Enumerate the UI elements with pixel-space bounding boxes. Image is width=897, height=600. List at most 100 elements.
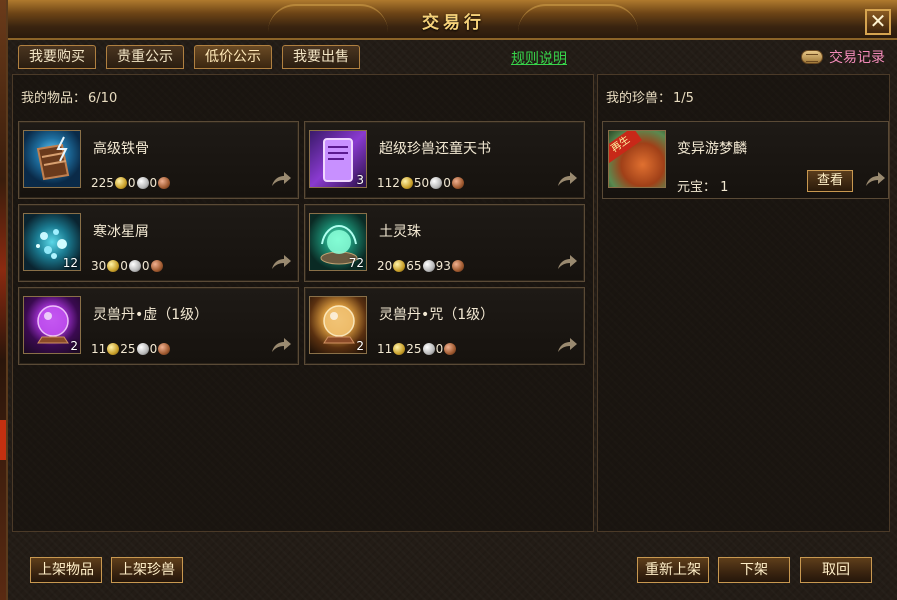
items-panel-label: 我的物品： — [21, 91, 87, 106]
price-copper: 0 — [443, 176, 451, 190]
copper-coin-icon — [150, 260, 163, 272]
item-name: 灵兽丹•咒（1级） — [379, 307, 495, 323]
price-gold: 11 — [377, 342, 393, 356]
items-panel-header: 我的物品： 6/10 — [21, 87, 117, 106]
beast-price-value: 1 — [720, 180, 729, 195]
price-silver: 0 — [120, 259, 128, 273]
price-copper: 0 — [149, 176, 158, 190]
item-card[interactable]: 12 寒冰星屑 30 0 0 — [18, 204, 299, 282]
trade-records-button[interactable]: 交易记录 — [799, 45, 885, 69]
items-count: 6/10 — [88, 91, 118, 106]
list-item-button[interactable]: 上架物品 — [30, 557, 102, 583]
item-price: 11 25 0 — [91, 342, 171, 356]
beast-price: 元宝： 1 — [677, 176, 728, 195]
item-card[interactable]: 2 灵兽丹•虚（1级） 11 25 0 — [18, 287, 299, 365]
iron-bone-icon[interactable] — [23, 130, 81, 188]
silver-coin-icon — [422, 260, 435, 272]
copper-coin-icon — [158, 177, 171, 189]
scroll-book-icon[interactable]: 3 — [309, 130, 367, 188]
tab-buy[interactable]: 我要购买 — [18, 45, 96, 69]
beast-card[interactable]: 再生 变异游梦麟 元宝： 1 查看 — [602, 121, 889, 199]
delist-button[interactable]: 下架 — [718, 557, 790, 583]
beasts-count: 1/5 — [673, 91, 694, 106]
list-beast-button[interactable]: 上架珍兽 — [111, 557, 183, 583]
silver-coin-icon — [422, 343, 435, 355]
relist-button[interactable]: 重新上架 — [637, 557, 709, 583]
tab-lowprice-notice[interactable]: 低价公示 — [194, 45, 272, 69]
item-quantity: 2 — [70, 339, 78, 353]
gold-coin-icon — [107, 260, 120, 272]
copper-coin-icon — [444, 343, 457, 355]
share-arrow-icon[interactable] — [556, 170, 578, 188]
price-copper: 0 — [141, 259, 150, 273]
retrieve-button[interactable]: 取回 — [800, 557, 872, 583]
share-arrow-icon[interactable] — [556, 253, 578, 271]
price-silver: 50 — [413, 176, 430, 190]
copper-coin-icon — [158, 343, 171, 355]
beast-ribbon: 再生 — [609, 131, 642, 164]
price-copper: 0 — [435, 342, 444, 356]
rules-link[interactable]: 规则说明 — [511, 48, 567, 68]
copper-coin-icon — [451, 260, 464, 272]
price-gold: 30 — [91, 259, 107, 273]
share-arrow-icon[interactable] — [270, 253, 292, 271]
amber-orb-icon[interactable]: 2 — [309, 296, 367, 354]
gold-coin-icon — [107, 343, 120, 355]
price-silver: 0 — [127, 176, 136, 190]
beasts-panel-header: 我的珍兽： 1/5 — [606, 87, 694, 106]
price-gold: 11 — [91, 342, 107, 356]
gold-coin-icon — [114, 177, 127, 189]
price-copper: 93 — [435, 259, 451, 273]
scroll-icon — [799, 46, 825, 68]
ice-crystal-icon[interactable]: 12 — [23, 213, 81, 271]
item-card[interactable]: 高级铁骨 225 0 0 — [18, 121, 299, 199]
trade-window: 交易行 ✕ 我要购买 贵重公示 低价公示 我要出售 规则说明 交易记录 我的物品… — [6, 0, 897, 600]
close-button[interactable]: ✕ — [865, 9, 891, 35]
item-price: 30 0 0 — [91, 259, 164, 273]
price-silver: 65 — [406, 259, 422, 273]
view-button[interactable]: 查看 — [807, 170, 853, 192]
title-bar[interactable]: 交易行 ✕ — [8, 0, 897, 40]
price-gold: 225 — [91, 176, 114, 190]
share-arrow-icon[interactable] — [270, 336, 292, 354]
item-name: 高级铁骨 — [93, 141, 149, 157]
share-arrow-icon[interactable] — [864, 170, 886, 188]
item-card[interactable]: 2 灵兽丹•咒（1级） 11 25 0 — [304, 287, 585, 365]
price-gold: 112 — [377, 176, 400, 190]
trade-records-label: 交易记录 — [829, 50, 885, 66]
item-quantity: 12 — [62, 256, 78, 270]
price-silver: 25 — [120, 342, 136, 356]
purple-orb-icon[interactable]: 2 — [23, 296, 81, 354]
item-price: 225 0 0 — [91, 176, 171, 190]
price-silver: 25 — [406, 342, 422, 356]
beasts-panel-label: 我的珍兽： — [606, 91, 672, 106]
beast-name: 变异游梦麟 — [677, 141, 747, 157]
tab-valuable-notice[interactable]: 贵重公示 — [106, 45, 184, 69]
gold-coin-icon — [400, 177, 413, 189]
tab-sell[interactable]: 我要出售 — [282, 45, 360, 69]
item-name: 超级珍兽还童天书 — [379, 141, 491, 157]
item-quantity: 72 — [348, 256, 364, 270]
item-quantity: 3 — [356, 173, 364, 187]
item-card[interactable]: 72 土灵珠 20 65 93 — [304, 204, 585, 282]
gold-coin-icon — [393, 260, 406, 272]
beast-price-label: 元宝： — [677, 180, 717, 195]
item-price: 11 25 0 — [377, 342, 457, 356]
price-gold: 20 — [377, 259, 393, 273]
beast-portrait-icon[interactable]: 再生 — [608, 130, 666, 188]
copper-coin-icon — [451, 177, 464, 189]
item-card[interactable]: 3 超级珍兽还童天书 112 50 0 — [304, 121, 585, 199]
price-copper: 0 — [149, 342, 158, 356]
item-quantity: 2 — [356, 339, 364, 353]
item-price: 20 65 93 — [377, 259, 465, 273]
earth-orb-icon[interactable]: 72 — [309, 213, 367, 271]
window-title: 交易行 — [422, 13, 485, 33]
item-price: 112 50 0 — [377, 176, 465, 190]
share-arrow-icon[interactable] — [556, 336, 578, 354]
item-name: 灵兽丹•虚（1级） — [93, 307, 209, 323]
item-name: 寒冰星屑 — [93, 224, 149, 240]
silver-coin-icon — [136, 177, 149, 189]
silver-coin-icon — [128, 260, 141, 272]
share-arrow-icon[interactable] — [270, 170, 292, 188]
item-name: 土灵珠 — [379, 224, 421, 240]
